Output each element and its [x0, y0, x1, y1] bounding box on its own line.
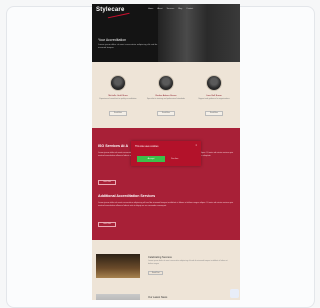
read-post-button[interactable]: Read Post: [148, 271, 164, 275]
nav-item-blog[interactable]: Blog: [178, 8, 182, 10]
nav-item-home[interactable]: Home: [148, 8, 153, 10]
team-member-desc: Support and guidance for organisations: [198, 98, 230, 100]
hero-banner: Stylecare Home About Services Blog Conta…: [92, 4, 240, 62]
learn-more-button[interactable]: Learn More: [98, 180, 117, 185]
team-section: Michelle Gold Shaw Experienced consultan…: [92, 62, 240, 128]
post-title[interactable]: Celebrating Success: [148, 256, 172, 259]
post-thumbnail[interactable]: [96, 294, 140, 300]
blog-post: Our Latest News: [96, 294, 236, 300]
blog-section: Celebrating Success Lorem ipsum dolor si…: [92, 240, 240, 300]
nav-item-services[interactable]: Services: [167, 8, 175, 10]
team-member-name: Michelle Gold Shaw: [108, 95, 128, 97]
nav-item-contact[interactable]: Contact: [186, 8, 193, 10]
team-member: Radine Adams Brown Specialist in trainin…: [146, 75, 186, 118]
learn-more-button[interactable]: Learn More: [98, 222, 117, 227]
top-nav: Home About Services Blog Contact: [148, 8, 193, 10]
avatar: [110, 75, 126, 91]
team-member-desc: Experienced consultant in quality accred…: [99, 98, 137, 100]
post-excerpt: Lorem ipsum dolor sit amet consectetur a…: [148, 260, 228, 265]
hero-image: [158, 4, 240, 62]
avatar: [158, 75, 174, 91]
team-member: Jane Bell Brown Support and guidance for…: [194, 75, 234, 118]
close-icon[interactable]: ×: [195, 144, 197, 147]
accept-cookies-button[interactable]: Accept: [137, 156, 165, 162]
cookie-title: This site uses cookies: [135, 145, 159, 148]
team-member-name: Radine Adams Brown: [155, 95, 177, 97]
recaptcha-icon[interactable]: [230, 289, 239, 298]
hero-subtitle: Lorem ipsum dolor sit amet consectetur a…: [98, 44, 158, 49]
blog-post: Celebrating Success Lorem ipsum dolor si…: [96, 254, 236, 280]
post-thumbnail[interactable]: [96, 254, 140, 278]
cookie-popup: This site uses cookies × Accept Decline: [131, 141, 201, 166]
site-logo[interactable]: Stylecare: [96, 7, 125, 13]
team-member: Michelle Gold Shaw Experienced consultan…: [98, 75, 138, 118]
team-member-name: Jane Bell Brown: [206, 95, 222, 97]
logo-swoosh: [107, 12, 131, 22]
decline-cookies-link[interactable]: Decline: [171, 156, 178, 162]
read-more-button[interactable]: Read More: [205, 111, 223, 117]
read-more-button[interactable]: Read More: [109, 111, 127, 117]
section-title: Additional Accreditation Services: [98, 194, 156, 198]
post-title[interactable]: Our Latest News: [148, 296, 167, 299]
hero-title: Your Accreditation: [98, 38, 127, 42]
avatar: [206, 75, 222, 91]
section-title: ISO Services At A: [98, 144, 129, 148]
nav-item-about[interactable]: About: [157, 8, 162, 10]
section-text: Lorem ipsum dolor sit amet consectetur a…: [98, 202, 234, 207]
read-more-button[interactable]: Read More: [157, 111, 175, 117]
team-member-desc: Specialist in training and professional …: [146, 98, 186, 100]
